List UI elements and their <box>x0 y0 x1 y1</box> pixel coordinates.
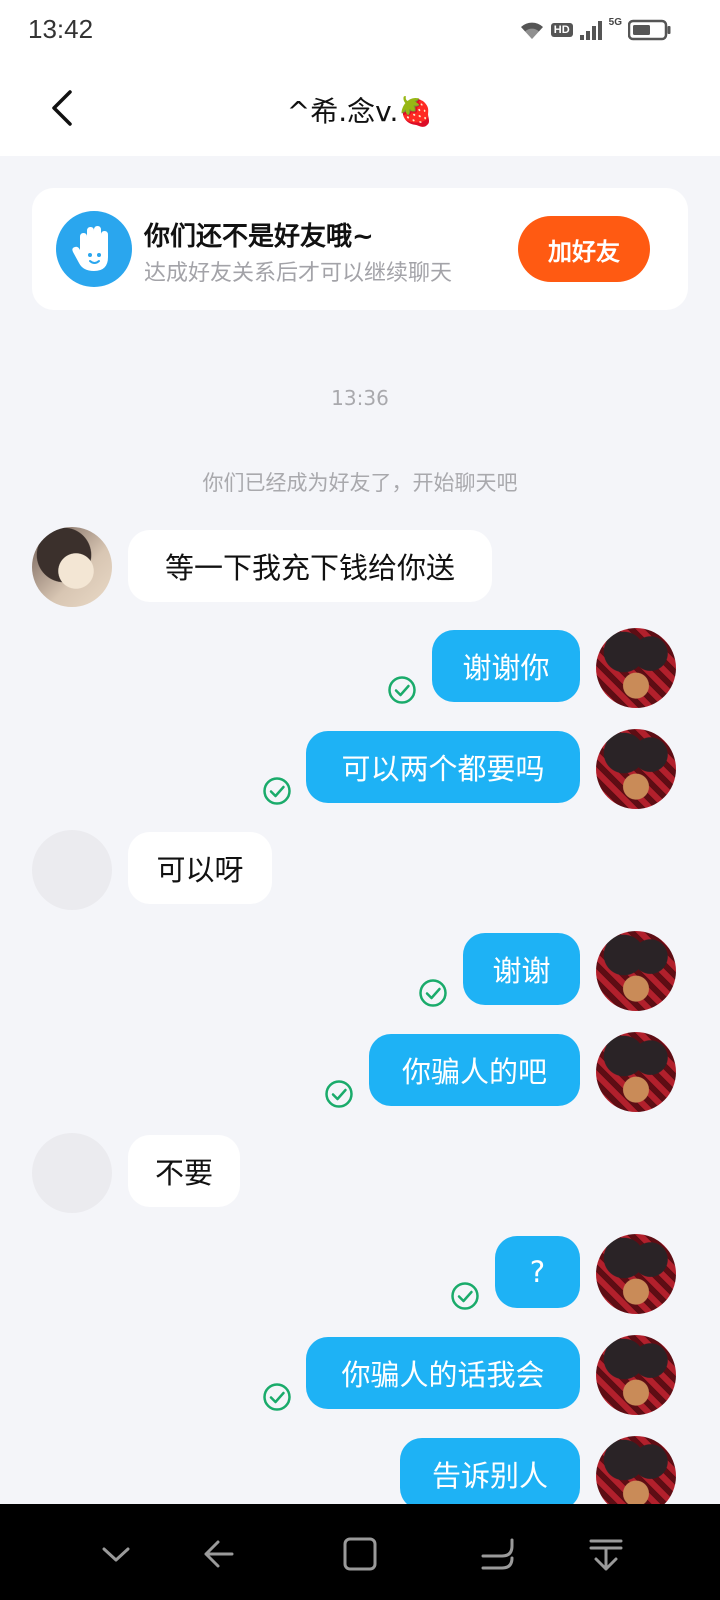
message-bubble-incoming[interactable]: 不要 <box>128 1135 240 1207</box>
not-friends-card: 你们还不是好友哦~ 达成好友关系后才可以继续聊天 加好友 <box>32 188 688 310</box>
contact-avatar[interactable] <box>32 1133 112 1213</box>
read-check-icon <box>263 777 291 805</box>
my-avatar[interactable] <box>596 931 676 1011</box>
hand-wave-icon <box>56 211 132 287</box>
status-bar: 13:42 HD 5G <box>0 0 720 60</box>
read-check-icon <box>263 1383 291 1411</box>
message-bubble-outgoing[interactable]: 可以两个都要吗 <box>306 731 580 803</box>
read-check-icon <box>325 1080 353 1108</box>
read-check-icon <box>388 676 416 704</box>
contact-avatar[interactable] <box>32 830 112 910</box>
message-bubble-incoming[interactable]: 可以呀 <box>128 832 272 904</box>
chat-header: ^希.念v.🍓 <box>0 60 720 156</box>
read-check-icon <box>451 1282 479 1310</box>
network-type-label: 5G <box>608 16 622 28</box>
message-bubble-outgoing[interactable]: 谢谢 <box>463 933 580 1005</box>
message-bubble-incoming[interactable]: 等一下我充下钱给你送 <box>128 530 492 602</box>
chat-title: ^希.念v.🍓 <box>286 95 434 128</box>
nav-recents-button[interactable] <box>478 1534 518 1574</box>
read-check-icon <box>419 979 447 1007</box>
message-bubble-outgoing[interactable]: 你骗人的吧 <box>369 1034 580 1106</box>
back-arrow-icon <box>204 1540 234 1568</box>
hide-keyboard-button[interactable] <box>96 1534 136 1574</box>
message-bubble-outgoing[interactable]: 你骗人的话我会 <box>306 1337 580 1409</box>
card-title: 你们还不是好友哦~ <box>144 222 374 252</box>
my-avatar[interactable] <box>596 1335 676 1415</box>
contact-avatar[interactable] <box>32 527 112 607</box>
my-avatar[interactable] <box>596 628 676 708</box>
notification-pull-icon <box>589 1539 623 1571</box>
nav-notification-button[interactable] <box>586 1534 626 1574</box>
nav-back-button[interactable] <box>198 1534 238 1574</box>
my-avatar[interactable] <box>596 1032 676 1112</box>
add-friend-button[interactable]: 加好友 <box>518 216 650 282</box>
home-square-icon <box>343 1537 377 1571</box>
my-avatar[interactable] <box>596 1234 676 1314</box>
battery-icon <box>628 19 671 41</box>
status-icons: HD 5G <box>519 16 672 44</box>
nav-home-button[interactable] <box>340 1534 380 1574</box>
message-bubble-outgoing[interactable]: 谢谢你 <box>432 630 580 702</box>
chat-timestamp: 13:36 <box>331 386 389 410</box>
message-bubble-outgoing[interactable]: ? <box>495 1236 580 1308</box>
status-time: 13:42 <box>28 14 94 44</box>
signal-icon <box>579 21 602 40</box>
hd-badge: HD <box>550 23 573 37</box>
recent-apps-icon <box>481 1538 514 1570</box>
system-message: 你们已经成为好友了，开始聊天吧 <box>202 471 518 495</box>
system-nav-bar <box>0 1504 720 1600</box>
message-bubble-outgoing[interactable]: 告诉别人 <box>400 1438 580 1510</box>
my-avatar[interactable] <box>596 729 676 809</box>
chevron-down-icon <box>102 1547 130 1562</box>
card-subtitle: 达成好友关系后才可以继续聊天 <box>144 261 453 286</box>
wifi-icon <box>520 22 543 39</box>
